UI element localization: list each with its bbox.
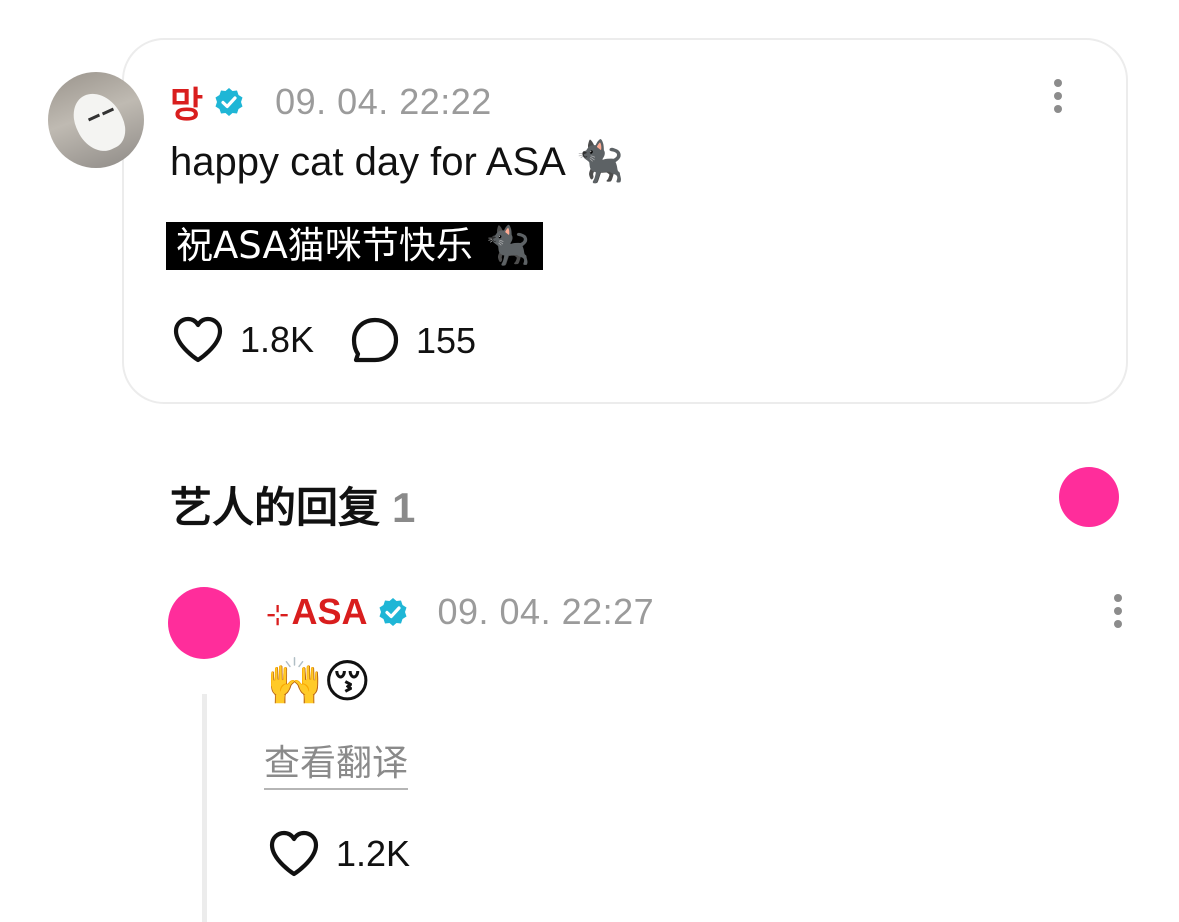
post-header: 망 09. 04. 22:22 xyxy=(170,76,492,128)
view-translation-link[interactable]: 查看翻译 xyxy=(264,734,409,790)
post-body: happy cat day for ASA 🐈‍⬛ xyxy=(170,138,625,185)
reply-emoji-text: 🙌😚 xyxy=(266,654,372,708)
comment-button[interactable]: 155 xyxy=(350,316,476,366)
post-text: happy cat day for ASA xyxy=(170,140,564,184)
reply-timestamp: 09. 04. 22:27 xyxy=(437,591,655,632)
reply-body: 🙌😚 xyxy=(266,654,371,709)
comment-bubble-icon xyxy=(351,317,399,363)
reply-like-count: 1.2K xyxy=(336,833,411,874)
author-name[interactable]: 망 xyxy=(170,76,203,128)
post-timestamp: 09. 04. 22:22 xyxy=(275,81,492,122)
black-cat-emoji: 🐈‍⬛ xyxy=(484,224,531,267)
more-vertical-icon[interactable] xyxy=(1113,594,1123,628)
thread-line xyxy=(202,694,207,922)
heart-icon xyxy=(269,830,319,877)
reply-author-name[interactable]: ⊹ASA xyxy=(266,591,367,633)
artist-replies-header: 艺人的回复 1 xyxy=(170,474,415,535)
reply-author-label: ASA xyxy=(291,591,368,632)
reply-header: ⊹ASA 09. 04. 22:27 xyxy=(266,591,654,633)
like-button[interactable]: 1.8K xyxy=(172,316,314,364)
sparkle-prefix: ⊹ xyxy=(266,599,290,630)
comment-count: 155 xyxy=(416,320,477,361)
author-avatar[interactable] xyxy=(48,72,144,168)
translated-caption: 祝ASA猫咪节快乐 🐈‍⬛ xyxy=(166,222,543,270)
reply-author-avatar[interactable] xyxy=(168,587,240,659)
artist-profile-dot[interactable] xyxy=(1059,467,1119,527)
black-cat-emoji: 🐈‍⬛ xyxy=(574,139,625,185)
verified-badge-icon xyxy=(379,598,407,626)
reply-like-button[interactable]: 1.2K xyxy=(268,830,410,878)
heart-icon xyxy=(173,316,223,363)
section-count: 1 xyxy=(392,484,416,531)
section-title: 艺人的回复 xyxy=(170,483,381,532)
verified-badge-icon xyxy=(215,88,243,116)
more-vertical-icon[interactable] xyxy=(1053,79,1063,113)
like-count: 1.8K xyxy=(240,319,315,360)
caption-text: 祝ASA猫咪节快乐 xyxy=(176,224,473,267)
